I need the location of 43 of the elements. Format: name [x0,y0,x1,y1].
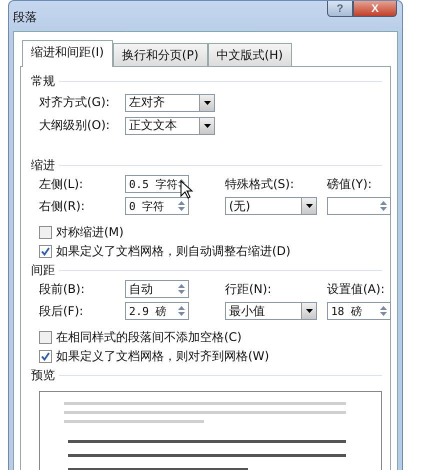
tab[interactable]: 换行和分页(P) [112,43,208,66]
checkbox-label: 在相同样式的段落间不添加空格(C) [56,328,242,346]
tab[interactable]: 缩进和间距(I) [22,40,113,67]
field-label: 特殊格式(S): [225,176,296,192]
outline-level-dropdown[interactable]: 正文文本 [125,116,215,134]
special-indent-dropdown[interactable]: (无) [225,197,317,215]
field-label: 段后(F): [39,302,84,320]
checkbox-label: 如果定义了文档网格，则自动调整右缩进(D) [56,242,291,260]
spin-arrows-icon [380,305,387,317]
field-label: 左侧(L): [39,176,84,192]
space-after-spinner[interactable]: 2.9 磅 [125,302,189,320]
right-indent-spinner[interactable]: 0 字符 [125,197,189,215]
checkbox[interactable] [39,226,52,238]
section-heading: 缩进 [31,156,55,174]
line-spacing-value-spinner[interactable]: 18 磅 [327,302,391,320]
checkbox[interactable] [39,330,52,344]
field-label: 右侧(R): [39,198,86,214]
field-label: 对齐方式(G): [39,94,111,111]
spin-arrows-icon [380,200,387,212]
indent-by-spinner[interactable] [327,197,391,215]
mouse-cursor-icon [180,180,194,200]
help-button[interactable]: ? [327,1,353,17]
checkbox[interactable] [39,244,52,258]
field-label: 段前(B): [39,280,86,298]
section-heading: 间距 [31,262,55,278]
spin-arrows-icon [178,178,185,190]
checkbox[interactable] [39,350,52,362]
checkbox-label: 对称缩进(M) [56,224,124,240]
spin-arrows-icon [178,200,185,212]
field-label: 设置值(A): [327,280,386,298]
tab[interactable]: 中文版式(H) [208,43,292,66]
section-heading: 预览 [31,366,55,384]
spin-arrows-icon [178,283,185,295]
line-spacing-dropdown[interactable]: 最小值 [225,302,317,320]
space-before-spinner[interactable]: 自动 [125,280,189,298]
field-label: 磅值(Y): [327,176,373,192]
checkbox-label: 如果定义了文档网格，则对齐到网格(W) [56,348,270,364]
field-label: 大纲级别(O): [39,117,111,134]
spin-arrows-icon [178,305,185,317]
section-heading: 常规 [31,72,55,90]
alignment-dropdown[interactable]: 左对齐 [125,94,215,112]
field-label: 行距(N): [225,280,272,298]
window-title: 段落 [13,9,37,26]
